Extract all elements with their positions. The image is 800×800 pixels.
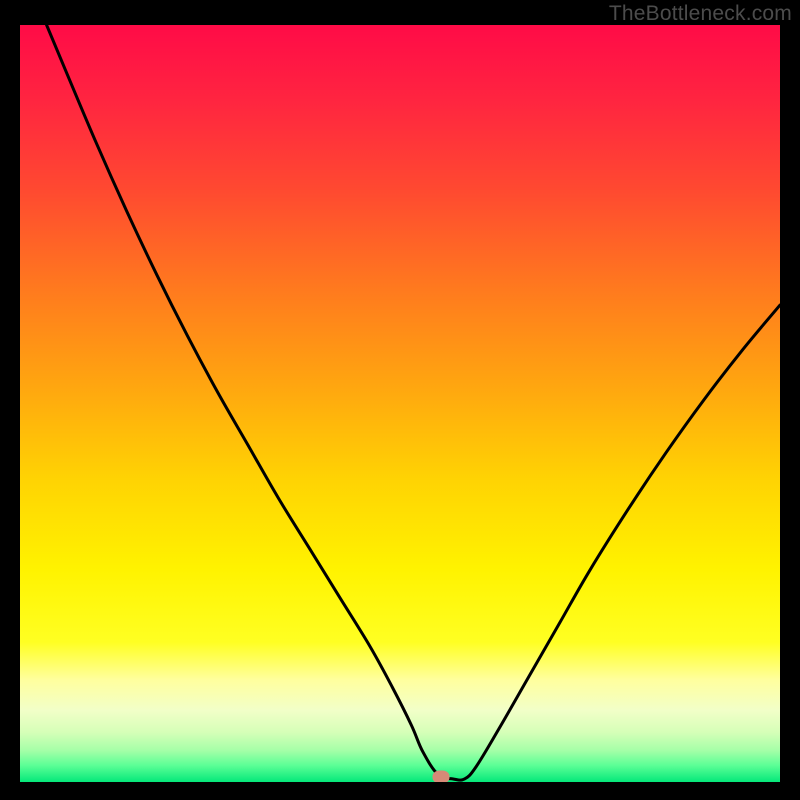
optimum-marker (433, 770, 450, 782)
bottleneck-curve (20, 25, 780, 782)
watermark-text: TheBottleneck.com (609, 2, 792, 26)
chart-frame: TheBottleneck.com (0, 0, 800, 800)
plot-area (20, 25, 780, 782)
